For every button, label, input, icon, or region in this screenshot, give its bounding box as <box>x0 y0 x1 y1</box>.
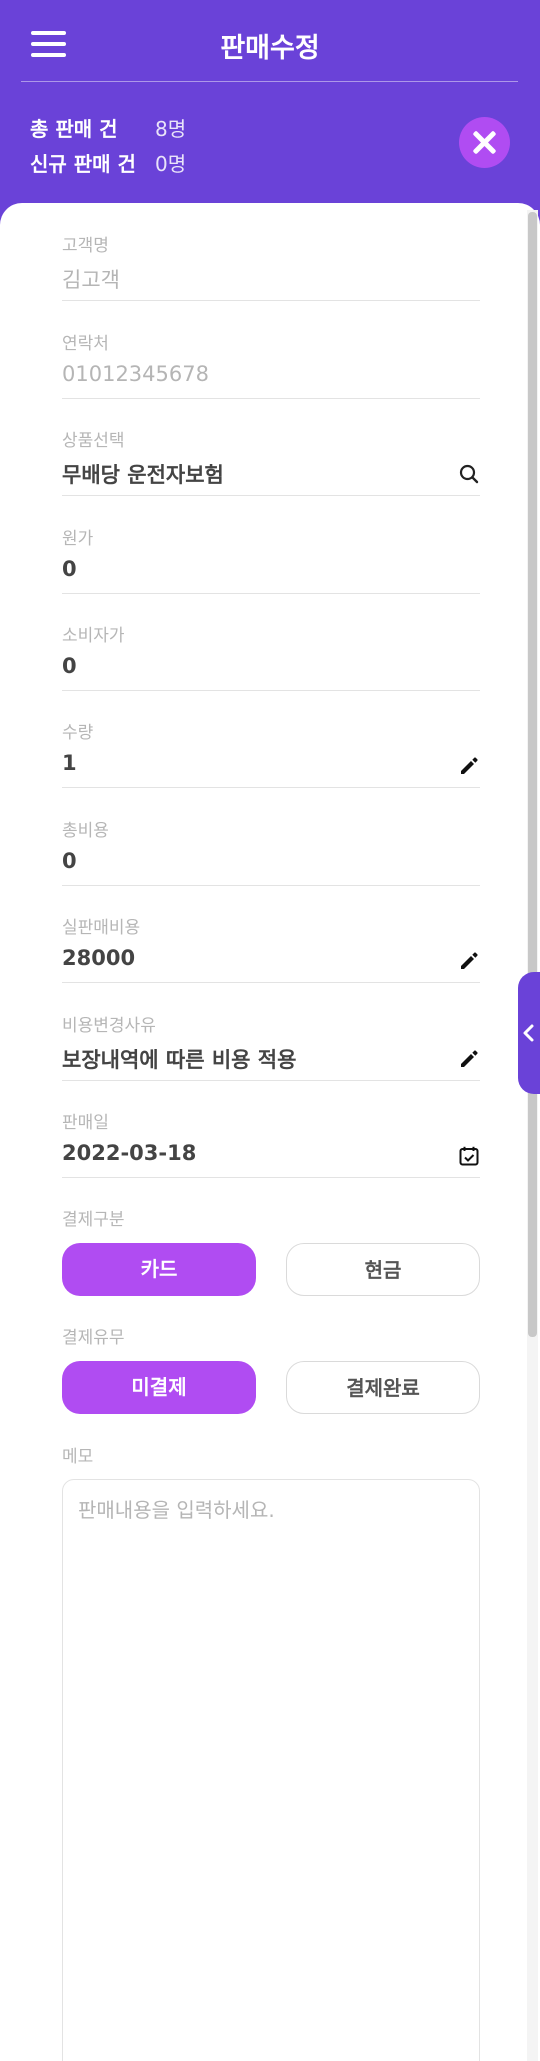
memo-label: 메모 <box>62 1447 94 1467</box>
field-label: 고객명 <box>62 236 109 256</box>
pencil-icon[interactable] <box>458 755 480 777</box>
chevron-left-icon <box>523 1024 534 1042</box>
payment-type-card-button[interactable]: 카드 <box>62 1243 256 1296</box>
price-change-reason-value[interactable]: 보장내역에 따른 비용 적용 <box>62 1044 296 1074</box>
field-underline <box>62 982 480 983</box>
product-select-field[interactable]: 상품선택 무배당 운전자보험 <box>62 426 480 498</box>
actual-sale-price-value[interactable]: 28000 <box>62 946 135 970</box>
field-label: 연락처 <box>62 334 109 354</box>
sales-summary: 총 판매 건 8명 신규 판매 건 0명 <box>30 110 186 180</box>
payment-status-paid-button[interactable]: 결제완료 <box>286 1361 480 1414</box>
field-label: 소비자가 <box>62 626 125 646</box>
search-icon[interactable] <box>458 463 480 485</box>
summary-value: 8명 <box>155 117 187 141</box>
field-label: 판매일 <box>62 1113 109 1133</box>
close-icon[interactable] <box>459 117 510 168</box>
quantity-value[interactable]: 1 <box>62 751 77 775</box>
side-panel-toggle[interactable] <box>518 972 540 1094</box>
pencil-icon[interactable] <box>458 950 480 972</box>
payment-status-label: 결제유무 <box>62 1328 125 1348</box>
contact-field: 연락처 01012345678 <box>62 329 480 401</box>
field-label: 총비용 <box>62 821 109 841</box>
summary-row-new: 신규 판매 건 0명 <box>30 145 186 180</box>
payment-status-unpaid-button[interactable]: 미결제 <box>62 1361 256 1414</box>
customer-name-field: 고객명 김고객 <box>62 231 480 303</box>
contact-value: 01012345678 <box>62 362 209 386</box>
cost-price-field: 원가 0 <box>62 524 480 596</box>
app-header: 판매수정 총 판매 건 8명 신규 판매 건 0명 <box>0 0 540 210</box>
memo-textarea[interactable] <box>62 1479 480 2061</box>
total-cost-field: 총비용 0 <box>62 816 480 888</box>
payment-type-cash-button[interactable]: 현금 <box>286 1243 480 1296</box>
summary-label: 총 판매 건 <box>30 117 118 141</box>
summary-value: 0명 <box>155 152 187 176</box>
product-value[interactable]: 무배당 운전자보험 <box>62 459 224 489</box>
summary-row-total: 총 판매 건 8명 <box>30 110 186 145</box>
cost-price-value: 0 <box>62 557 77 581</box>
field-underline <box>62 398 480 399</box>
consumer-price-value: 0 <box>62 654 77 678</box>
quantity-field[interactable]: 수량 1 <box>62 718 480 790</box>
calendar-check-icon[interactable] <box>458 1145 480 1167</box>
consumer-price-field: 소비자가 0 <box>62 621 480 693</box>
field-label: 비용변경사유 <box>62 1016 156 1036</box>
customer-name-value: 김고객 <box>62 268 120 292</box>
header-divider <box>21 81 518 82</box>
field-underline <box>62 690 480 691</box>
summary-label: 신규 판매 건 <box>30 152 136 176</box>
field-underline <box>62 885 480 886</box>
field-underline <box>62 787 480 788</box>
page-title: 판매수정 <box>220 33 320 64</box>
field-underline <box>62 300 480 301</box>
sale-date-value[interactable]: 2022-03-18 <box>62 1141 196 1165</box>
field-label: 원가 <box>62 529 94 549</box>
field-underline <box>62 593 480 594</box>
scrollbar-thumb[interactable] <box>528 212 537 1337</box>
payment-type-label: 결제구분 <box>62 1210 125 1230</box>
field-label: 수량 <box>62 723 94 743</box>
field-underline <box>62 1080 480 1081</box>
pencil-icon[interactable] <box>458 1048 480 1070</box>
sale-date-field[interactable]: 판매일 2022-03-18 <box>62 1108 480 1180</box>
field-underline <box>62 1177 480 1178</box>
total-cost-value: 0 <box>62 849 77 873</box>
field-label: 실판매비용 <box>62 918 141 938</box>
actual-sale-price-field[interactable]: 실판매비용 28000 <box>62 913 480 985</box>
field-underline <box>62 495 480 496</box>
field-label: 상품선택 <box>62 431 125 451</box>
price-change-reason-field[interactable]: 비용변경사유 보장내역에 따른 비용 적용 <box>62 1011 480 1083</box>
